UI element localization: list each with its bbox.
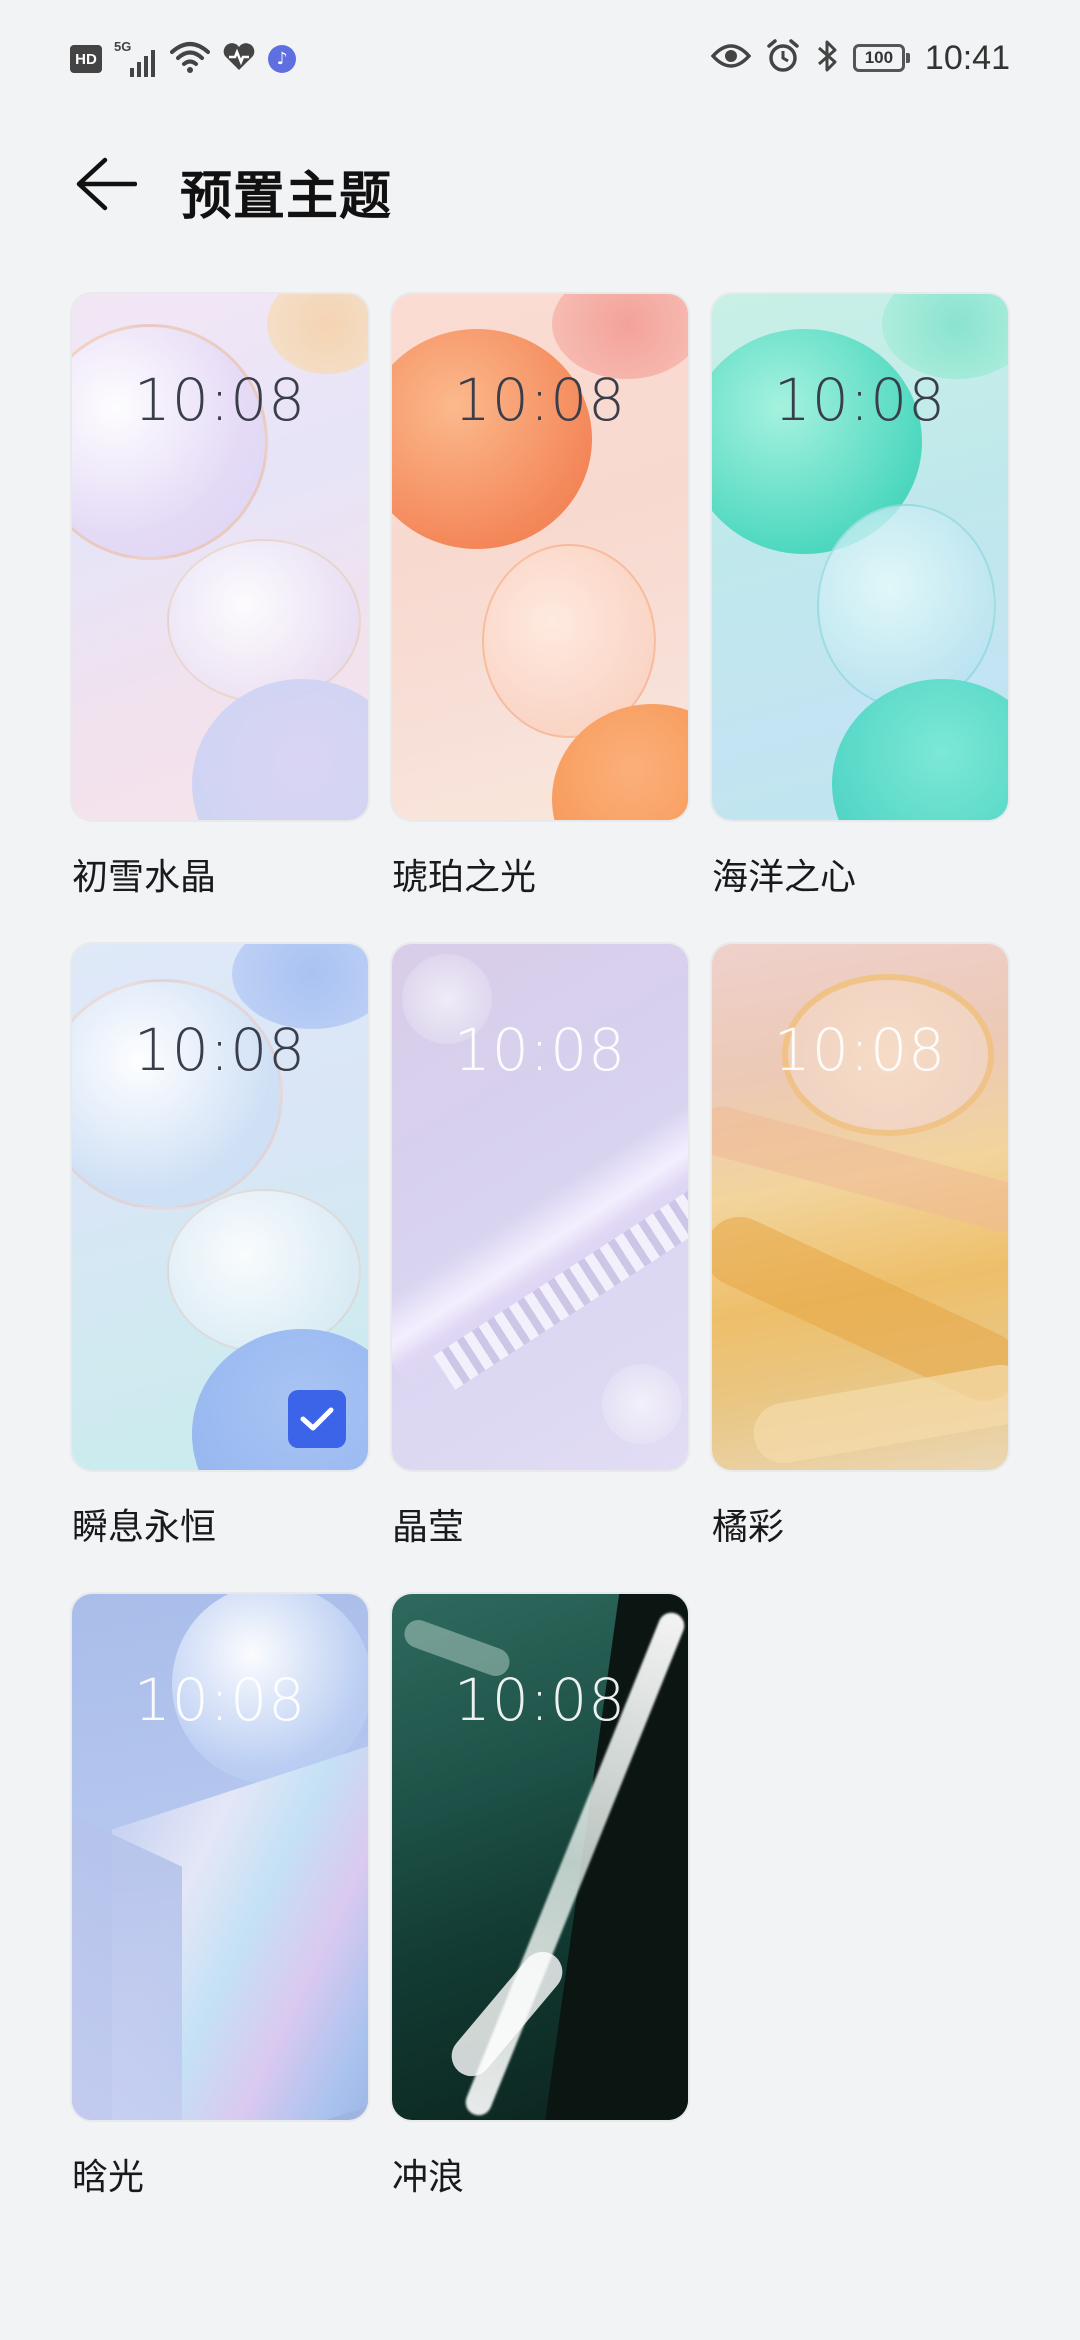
bluetooth-icon [815,38,839,78]
status-time: 10:41 [924,38,1010,77]
theme-thumbnail: 10:08 [392,1594,688,2120]
theme-card-0[interactable]: 10:08 初雪水晶 [72,294,368,900]
theme-name: 晶莹 [392,1507,465,1548]
thumb-clock: 10:08 [133,1016,307,1084]
theme-card-1[interactable]: 10:08 琥珀之光 [392,294,688,900]
app-header: 预置主题 [0,122,1080,252]
theme-thumbnail: 10:08 [392,294,688,820]
theme-name: 橘彩 [712,1507,785,1548]
theme-thumbnail: 10:08 [392,944,688,1470]
theme-picker-screen: HD 5G ♪ 100 10:41 预置主题 10:08 初雪水晶 10:08 … [0,0,1080,2340]
thumb-clock: 10:08 [133,366,307,434]
theme-card-6[interactable]: 10:08 晗光 [72,1594,368,2200]
health-heart-icon [222,42,256,76]
theme-name: 晗光 [72,2157,145,2198]
battery-icon: 100 [852,44,910,72]
theme-card-3[interactable]: 10:08 瞬息永恒 [72,944,368,1550]
thumb-clock: 10:08 [773,366,947,434]
eye-comfort-icon [710,42,752,74]
theme-thumbnail: 10:08 [72,944,368,1470]
selected-check-icon [288,1390,346,1448]
back-button[interactable] [70,150,142,222]
theme-thumbnail: 10:08 [712,294,1008,820]
theme-card-5[interactable]: 10:08 橘彩 [712,944,1008,1550]
status-bar-right: 100 10:41 [710,38,1010,78]
page-title: 预置主题 [180,167,393,227]
thumb-clock: 10:08 [773,1016,947,1084]
music-icon: ♪ [268,45,296,73]
theme-card-2[interactable]: 10:08 海洋之心 [712,294,1008,900]
theme-name: 海洋之心 [712,857,857,898]
theme-name: 冲浪 [392,2157,465,2198]
thumb-clock: 10:08 [133,1666,307,1734]
theme-thumbnail: 10:08 [72,294,368,820]
theme-name: 琥珀之光 [392,857,537,898]
hd-icon: HD [70,45,102,73]
alarm-icon [765,38,801,78]
thumb-clock: 10:08 [453,366,627,434]
theme-name: 瞬息永恒 [72,1507,217,1548]
status-bar: HD 5G ♪ 100 10:41 [0,0,1080,122]
arrow-left-icon [75,156,138,216]
network-type-label: 5G [114,39,132,54]
theme-card-4[interactable]: 10:08 晶莹 [392,944,688,1550]
theme-card-7[interactable]: 10:08 冲浪 [392,1594,688,2200]
cell-signal-icon: 5G [114,39,158,77]
status-bar-left: HD 5G ♪ [70,39,296,78]
thumb-clock: 10:08 [453,1666,627,1734]
theme-name: 初雪水晶 [72,857,217,898]
theme-thumbnail: 10:08 [712,944,1008,1470]
wifi-icon [170,40,210,78]
thumb-clock: 10:08 [453,1016,627,1084]
theme-thumbnail: 10:08 [72,1594,368,2120]
